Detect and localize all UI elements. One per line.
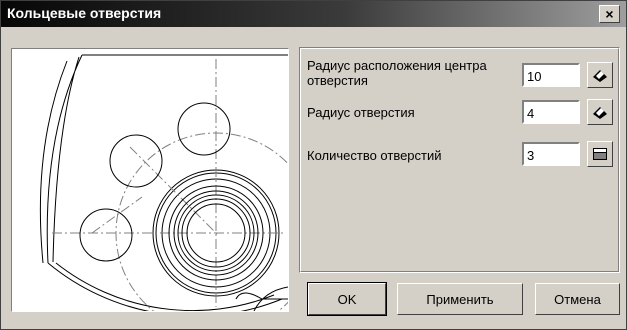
hole-radius-label: Радиус отверстия — [307, 105, 415, 120]
apply-button[interactable]: Применить — [397, 283, 523, 315]
hole-count-label: Количество отверстий — [307, 148, 442, 163]
calculator-icon — [593, 148, 607, 160]
center-radius-field[interactable] — [522, 63, 580, 87]
ruler-pick-icon — [593, 70, 607, 82]
hole-left — [79, 208, 133, 262]
hole-middle — [109, 134, 163, 188]
center-radius-label: Радиус расположения центра отверстия — [307, 58, 487, 88]
hole-count-field[interactable] — [522, 142, 580, 166]
preview-image — [11, 48, 317, 330]
hole-radius-field[interactable] — [522, 100, 580, 124]
title-bar[interactable]: Кольцевые отверстия × — [1, 1, 626, 27]
cancel-button[interactable]: Отмена — [535, 283, 620, 315]
ruler-pick-icon — [593, 107, 607, 119]
close-icon: × — [605, 6, 614, 22]
dialog-window: Кольцевые отверстия × Радиус расположени… — [0, 0, 627, 330]
hole-count-calc-button[interactable] — [587, 141, 613, 167]
hole-top — [177, 102, 231, 156]
ok-button[interactable]: OK — [307, 282, 387, 316]
window-title: Кольцевые отверстия — [7, 5, 162, 21]
preview-drawing — [39, 54, 317, 330]
close-button[interactable]: × — [599, 5, 620, 23]
center-radius-pick-button[interactable] — [587, 62, 613, 88]
hole-radius-pick-button[interactable] — [587, 99, 613, 125]
